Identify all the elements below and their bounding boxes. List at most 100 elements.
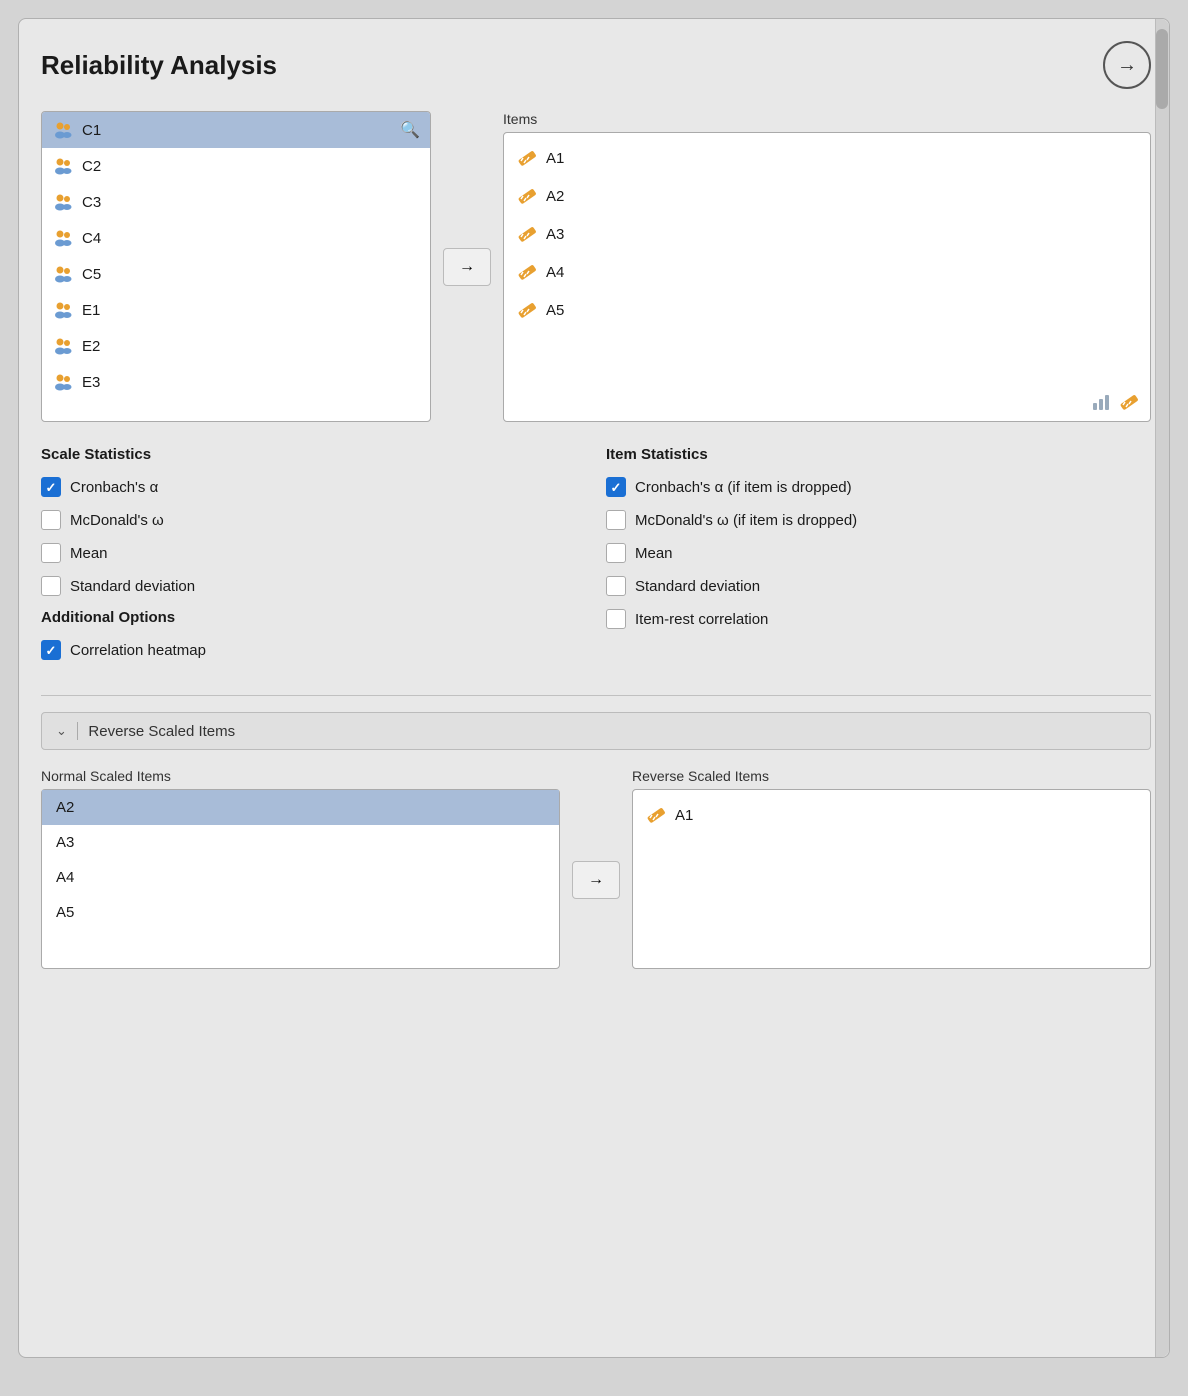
list-item[interactable]: A1 (504, 139, 1150, 177)
normal-scaled-col: Normal Scaled Items A2 A3 A4 A5 (41, 768, 560, 969)
scale-stddev-checkbox[interactable] (41, 576, 61, 596)
additional-options-section: Additional Options Correlation heatmap (41, 609, 586, 660)
variable-list: C1 🔍 C2 (41, 111, 431, 422)
arrow-right-icon: → (459, 258, 475, 276)
items-panel-label: Items (503, 111, 1151, 127)
chevron-down-icon: ⌄ (56, 723, 67, 739)
list-item[interactable]: A3 (42, 825, 559, 860)
normal-item-label: A5 (56, 904, 74, 921)
people-icon (52, 335, 74, 357)
additional-options-heading: Additional Options (41, 609, 586, 626)
arrow-right-icon: → (1117, 54, 1137, 77)
list-item[interactable]: A2 (504, 177, 1150, 215)
item-rest-correlation-label: Item-rest correlation (635, 611, 768, 628)
statistics-row: Scale Statistics Cronbach's α McDonald's… (41, 446, 1151, 673)
search-icon[interactable]: 🔍 (400, 120, 420, 140)
people-icon-c1 (52, 119, 74, 141)
reverse-scaled-toggle[interactable]: ⌄ Reverse Scaled Items (41, 712, 1151, 750)
ruler-icon (645, 804, 667, 826)
correlation-heatmap-checkbox[interactable] (41, 640, 61, 660)
people-icon (52, 191, 74, 213)
list-item[interactable]: C5 (42, 256, 430, 292)
item-cronbachs-alpha-checkbox[interactable] (606, 477, 626, 497)
normal-item-label: A2 (56, 799, 74, 816)
list-item[interactable]: C3 (42, 184, 430, 220)
item-stddev-checkbox[interactable] (606, 576, 626, 596)
scale-mcdonalds-omega-row: McDonald's ω (41, 510, 586, 530)
scale-cronbachs-alpha-row: Cronbach's α (41, 477, 586, 497)
scale-mean-checkbox[interactable] (41, 543, 61, 563)
list-item[interactable]: E1 (42, 292, 430, 328)
list-item[interactable]: E3 (42, 364, 430, 400)
scale-mcdonalds-omega-label: McDonald's ω (70, 512, 164, 529)
scale-cronbachs-alpha-label: Cronbach's α (70, 479, 158, 496)
variable-list-header: C1 🔍 (42, 112, 430, 148)
items-bottom-icons (1092, 391, 1140, 413)
variable-item-label-c1: C1 (82, 122, 101, 139)
scale-stddev-row: Standard deviation (41, 576, 586, 596)
item-cronbachs-alpha-row: Cronbach's α (if item is dropped) (606, 477, 1151, 497)
ruler-icon (516, 147, 538, 169)
scrollbar-thumb[interactable] (1156, 29, 1168, 109)
items-list: A1 A2 (503, 132, 1151, 422)
item-mcdonalds-omega-row: McDonald's ω (if item is dropped) (606, 510, 1151, 530)
bottom-section: Normal Scaled Items A2 A3 A4 A5 → (41, 768, 1151, 969)
item-statistics-col: Item Statistics Cronbach's α (if item is… (606, 446, 1151, 673)
item-mcdonalds-omega-label: McDonald's ω (if item is dropped) (635, 512, 857, 529)
main-panel: Reliability Analysis → C1 🔍 (18, 18, 1170, 1358)
normal-scaled-label: Normal Scaled Items (41, 768, 560, 784)
people-icon (52, 227, 74, 249)
item-mean-row: Mean (606, 543, 1151, 563)
variable-label: E3 (82, 374, 100, 391)
transfer-to-reverse-button[interactable]: → (572, 861, 620, 899)
list-item[interactable]: A4 (504, 253, 1150, 291)
reverse-scaled-label: Reverse Scaled Items (632, 768, 1151, 784)
item-stddev-label: Standard deviation (635, 578, 760, 595)
item-mcdonalds-omega-checkbox[interactable] (606, 510, 626, 530)
list-item[interactable]: A5 (504, 291, 1150, 329)
normal-scaled-list: A2 A3 A4 A5 (41, 789, 560, 969)
header-divider (77, 722, 79, 740)
normal-item-label: A4 (56, 869, 74, 886)
run-button[interactable]: → (1103, 41, 1151, 89)
item-cronbachs-alpha-label: Cronbach's α (if item is dropped) (635, 479, 852, 496)
scale-mean-row: Mean (41, 543, 586, 563)
people-icon (52, 263, 74, 285)
scrollbar-track[interactable] (1155, 19, 1169, 1357)
header: Reliability Analysis → (41, 41, 1151, 89)
list-item[interactable]: C4 (42, 220, 430, 256)
scale-cronbachs-alpha-checkbox[interactable] (41, 477, 61, 497)
reverse-scaled-col: Reverse Scaled Items A1 (632, 768, 1151, 969)
transfer-to-items-button[interactable]: → (443, 248, 491, 286)
list-item[interactable]: E2 (42, 328, 430, 364)
list-item[interactable]: A4 (42, 860, 559, 895)
item-label: A2 (546, 188, 564, 205)
header-row-c1: C1 (52, 119, 101, 141)
variable-label: C5 (82, 266, 101, 283)
arrow-right-icon: → (588, 871, 604, 889)
variable-label: C4 (82, 230, 101, 247)
list-item[interactable]: A2 (42, 790, 559, 825)
scale-mcdonalds-omega-checkbox[interactable] (41, 510, 61, 530)
item-statistics-heading: Item Statistics (606, 446, 1151, 463)
item-mean-checkbox[interactable] (606, 543, 626, 563)
list-item[interactable]: A3 (504, 215, 1150, 253)
scale-mean-label: Mean (70, 545, 108, 562)
item-stddev-row: Standard deviation (606, 576, 1151, 596)
variable-label: C3 (82, 194, 101, 211)
scale-statistics-col: Scale Statistics Cronbach's α McDonald's… (41, 446, 586, 673)
normal-item-label: A3 (56, 834, 74, 851)
ruler-icon (516, 185, 538, 207)
list-item[interactable]: C2 (42, 148, 430, 184)
item-label: A5 (546, 302, 564, 319)
top-section: C1 🔍 C2 (41, 111, 1151, 422)
item-mean-label: Mean (635, 545, 673, 562)
items-section: Items A1 (503, 111, 1151, 422)
item-rest-correlation-checkbox[interactable] (606, 609, 626, 629)
people-icon (52, 155, 74, 177)
reverse-scaled-header-label: Reverse Scaled Items (88, 723, 235, 740)
scale-stddev-label: Standard deviation (70, 578, 195, 595)
list-item[interactable]: A1 (633, 796, 1150, 834)
variable-label: E1 (82, 302, 100, 319)
list-item[interactable]: A5 (42, 895, 559, 930)
